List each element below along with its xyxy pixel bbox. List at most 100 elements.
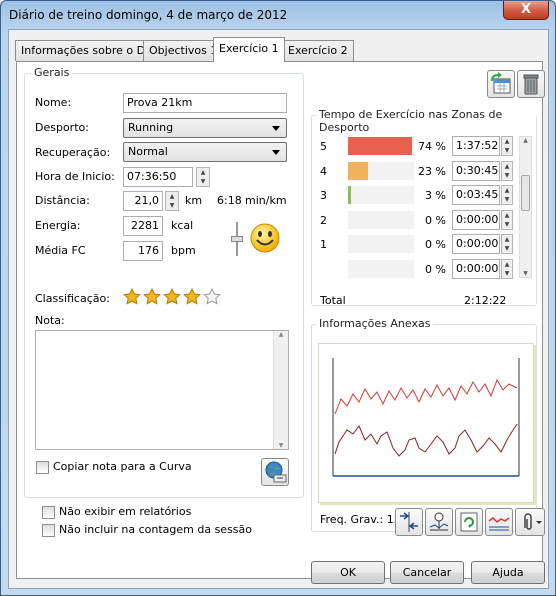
zone-time-spinner[interactable]: ▲ ▼ [501,209,513,230]
calendar-icon [491,72,511,94]
dialog-body: Informações sobre o Dia Objectivos 1 Exe… [8,29,549,589]
note-scrollbar[interactable]: ▲ ▼ [273,331,288,449]
title-bar[interactable]: Diário de treino domingo, 4 de março de … [1,1,555,27]
tab-day-info[interactable]: Informações sobre o Dia [15,40,161,61]
copy-note-label: Copiar nota para a Curva [53,460,192,473]
zone-percent: 74 % [418,140,446,153]
marker-button[interactable] [425,508,453,536]
delete-button[interactable] [517,70,545,98]
zone-time-field[interactable]: 0:30:45 [452,160,500,181]
zones-total-label: Total [320,294,346,307]
start-time-field[interactable]: 07:36:50 [123,167,193,187]
pace-unit: min/km [245,194,287,207]
star-filled-icon[interactable] [163,288,181,306]
star-filled-icon[interactable] [183,288,201,306]
zone-number: 3 [320,189,327,202]
zone-number: 5 [320,140,327,153]
name-field[interactable]: Prova 21km [123,93,287,113]
chevron-down-icon [272,126,280,131]
cancel-button[interactable]: Cancelar [390,561,464,584]
zone-number: 1 [320,238,327,251]
split-button[interactable] [395,508,423,536]
name-label: Nome: [35,96,72,109]
globe-button[interactable] [261,458,289,486]
smiley-icon [250,223,280,253]
tab-exercise-2[interactable]: Exercício 2 [282,40,354,61]
zone-number: 4 [320,164,327,178]
attachment-button[interactable] [515,508,545,536]
zone-time-field[interactable]: 0:00:00 [452,209,500,230]
sport-select[interactable]: Running [123,118,287,138]
energy-label: Energia: [35,219,81,232]
feeling-slider[interactable] [231,222,243,256]
zone-time-spinner[interactable]: ▲ ▼ [501,185,513,205]
energy-unit: kcal [171,219,194,232]
recovery-select[interactable]: Normal [123,142,287,162]
exclude-session-checkbox[interactable] [42,524,55,537]
dialog-window: Diário de treino domingo, 4 de março de … [0,0,556,596]
zone-time-field[interactable]: 0:03:45 [452,185,500,205]
zone-row: 5 74 % 1:37:52 ▲ ▼ [312,136,522,156]
zone-bar-track [348,161,414,180]
zone-time-spinner[interactable]: ▲ ▼ [501,160,513,181]
note-textarea[interactable]: ▲ ▼ [35,330,289,450]
zone-row: 3 3 % 0:03:45 ▲ ▼ [312,185,522,205]
zones-title: Tempo de Exercício nas Zonas de Desporto [316,108,536,134]
tab-exercise-1[interactable]: Exercício 1 [213,37,285,62]
distance-field[interactable]: 21,0 [123,191,163,211]
pace-value: 6:18 [217,194,242,207]
zone-row: 4 23 % 0:30:45 ▲ ▼ [312,160,522,181]
zone-time-spinner[interactable]: ▲ ▼ [501,258,513,279]
recovery-label: Recuperação: [35,146,111,159]
help-button[interactable]: Ajuda [471,561,545,584]
zone-bar-track [348,259,414,278]
ok-button[interactable]: OK [311,561,385,584]
zone-time-field[interactable]: 0:00:00 [452,234,500,254]
zone-percent: 3 % [425,189,446,202]
zone-bar [348,137,412,155]
general-group-label: Gerais [31,66,73,79]
zone-row: 1 0 % 0:00:00 ▲ ▼ [312,234,522,254]
calendar-button[interactable] [487,70,515,98]
globe-icon [265,461,287,483]
curve-preview[interactable] [318,343,534,503]
window-title: Diário de treino domingo, 4 de março de … [9,8,288,22]
zone-percent: 0 % [425,213,446,227]
energy-field[interactable]: 2281 [123,216,163,236]
zone-percent: 23 % [418,164,446,178]
distance-unit: km [185,194,203,207]
distance-spinner[interactable]: ▲ ▼ [165,191,179,211]
zone-time-field[interactable]: 0:00:00 [452,258,500,279]
copy-note-checkbox[interactable] [36,461,49,474]
marker-icon [429,512,449,531]
star-empty-icon[interactable] [203,288,221,306]
start-time-label: Hora de Inicio: [35,170,115,183]
start-time-spinner[interactable]: ▲ ▼ [196,167,210,187]
star-filled-icon[interactable] [123,288,141,306]
exclude-reports-checkbox[interactable] [42,506,55,519]
zone-time-spinner[interactable]: ▲ ▼ [501,234,513,254]
curve-button[interactable] [485,508,513,536]
tab-objectives[interactable]: Objectivos 1 [143,40,224,61]
recovery-select-value: Normal [128,145,168,158]
rating-label: Classificação: [35,292,110,305]
star-filled-icon[interactable] [143,288,161,306]
zone-time-field[interactable]: 1:37:52 [452,136,500,156]
refresh-button[interactable] [455,508,483,536]
distance-label: Distância: [35,194,90,207]
zone-time-spinner[interactable]: ▲ ▼ [501,136,513,156]
paperclip-icon [524,513,542,530]
zone-percent: 0 % [425,238,446,251]
close-button[interactable]: X [503,1,549,20]
zones-scrollbar[interactable]: ▲ ▼ [519,136,532,278]
zone-bar-track [348,137,414,155]
chevron-down-icon [272,150,280,155]
sport-label: Desporto: [35,121,89,134]
rating-stars[interactable] [123,288,223,306]
zone-percent: 0 % [425,262,446,276]
heart-rate-field[interactable]: 176 [123,241,163,261]
exercise-page: Gerais Nome: Prova 21km Desporto: Runnin… [16,61,545,579]
split-icon [400,512,418,532]
attached-info-title: Informações Anexas [316,317,434,330]
sport-select-value: Running [128,121,174,134]
